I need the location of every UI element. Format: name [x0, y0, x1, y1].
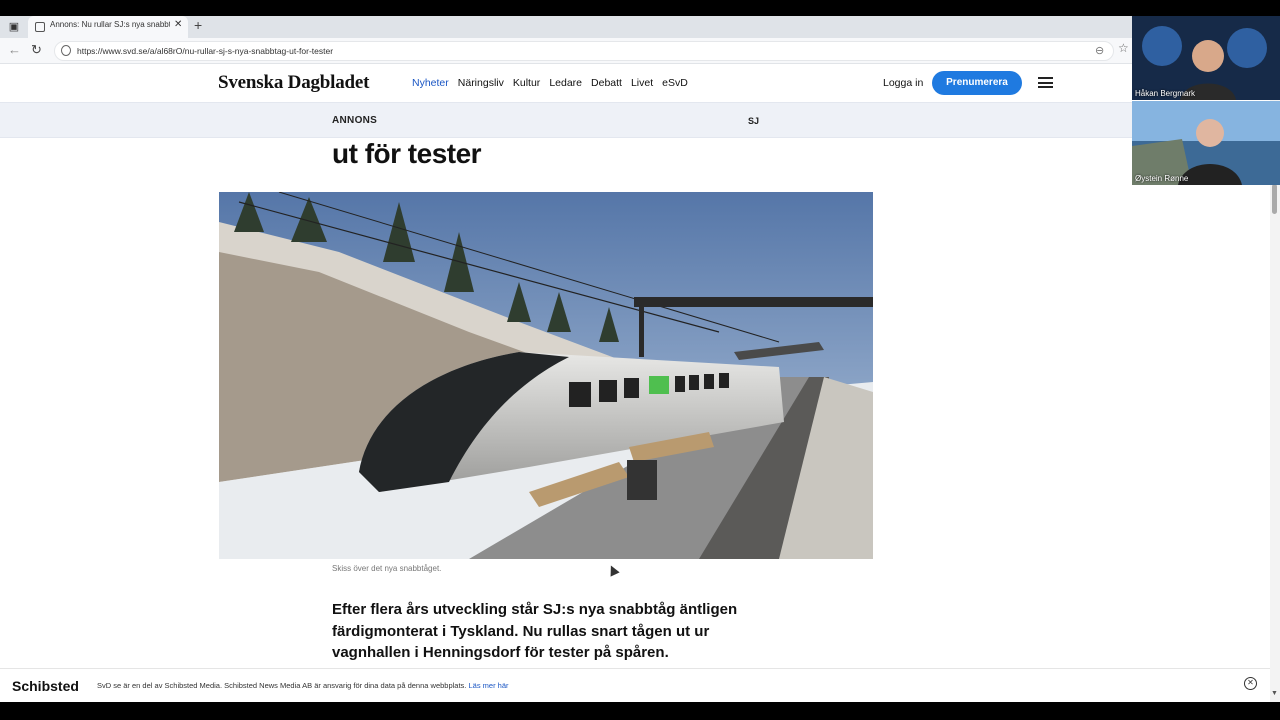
main-nav: Nyheter Näringsliv Kultur Ledare Debatt … [412, 77, 688, 89]
footer-read-more-link[interactable]: Läs mer här [468, 681, 508, 690]
video-tile-participant-1: Håkan Bergmark [1132, 16, 1280, 100]
nav-item-esvd[interactable]: eSvD [662, 77, 688, 89]
site-header: Svenska Dagbladet Nyheter Näringsliv Kul… [0, 64, 1270, 102]
site-logo[interactable]: Svenska Dagbladet [218, 72, 369, 94]
scroll-thumb[interactable] [1272, 184, 1277, 214]
train-illustration [219, 192, 873, 559]
nav-item-kultur[interactable]: Kultur [513, 77, 540, 89]
article-hero-image [219, 192, 873, 559]
screen: ▣ Annons: Nu rullar SJ:s nya snabbtåg ✕ … [0, 0, 1280, 720]
nav-item-debatt[interactable]: Debatt [591, 77, 622, 89]
video-tile-participant-2: Øystein Rønne [1132, 101, 1280, 185]
footer-message: SvD se är en del av Schibsted Media. Sch… [97, 681, 467, 690]
reader-mode-icon[interactable]: ⊖ [1095, 44, 1104, 57]
participant-video-icon [1132, 101, 1280, 185]
article-lead: Efter flera års utveckling står SJ:s nya… [332, 601, 738, 661]
menu-icon[interactable] [1038, 77, 1053, 88]
nav-item-ledare[interactable]: Ledare [549, 77, 582, 89]
back-arrow-icon[interactable]: ← [8, 42, 21, 57]
browser-tab[interactable]: Annons: Nu rullar SJ:s nya snabbtåg ✕ [28, 16, 188, 38]
nav-item-livet[interactable]: Livet [631, 77, 653, 89]
site-info-icon[interactable] [61, 45, 71, 56]
tab-favicon-icon [35, 22, 45, 32]
url-field[interactable]: https://www.svd.se/a/al68rO/nu-rullar-sj… [54, 41, 1114, 61]
scroll-down-icon[interactable]: ▼ [1271, 690, 1278, 697]
article-headline: ut för tester [332, 138, 482, 169]
ad-label: ANNONS [332, 115, 378, 126]
address-bar: ← ↻ https://www.svd.se/a/al68rO/nu-rulla… [0, 38, 1132, 64]
image-caption: Skiss över det nya snabbtåget. [332, 564, 442, 573]
favorite-star-icon[interactable]: ☆ [1118, 41, 1129, 55]
schibsted-logo: Schibsted [12, 678, 79, 694]
footer-text: SvD se är en del av Schibsted Media. Sch… [97, 681, 509, 690]
tab-close-icon[interactable]: ✕ [174, 19, 182, 30]
participant-2-name: Øystein Rønne [1135, 174, 1189, 183]
tab-title: Annons: Nu rullar SJ:s nya snabbtåg [50, 20, 170, 29]
url-text: https://www.svd.se/a/al68rO/nu-rullar-sj… [77, 46, 334, 56]
new-tab-button[interactable]: + [194, 17, 202, 33]
nav-item-naringsliv[interactable]: Näringsliv [458, 77, 504, 89]
refresh-icon[interactable]: ↻ [31, 42, 42, 58]
participant-1-name: Håkan Bergmark [1135, 89, 1196, 98]
tab-actions-icon[interactable]: ▣ [6, 19, 22, 35]
browser-tab-bar: ▣ Annons: Nu rullar SJ:s nya snabbtåg ✕ … [0, 16, 1132, 38]
ad-sponsor[interactable]: SJ [748, 116, 759, 126]
participant-video-icon [1132, 16, 1280, 100]
ad-bar: ANNONS SJ [0, 102, 1270, 138]
web-page: Svenska Dagbladet Nyheter Näringsliv Kul… [0, 64, 1270, 702]
footer-close-icon[interactable]: ✕ [1244, 677, 1257, 690]
subscribe-button[interactable]: Prenumerera [932, 71, 1022, 95]
login-link[interactable]: Logga in [883, 77, 923, 89]
consent-footer: Schibsted SvD se är en del av Schibsted … [0, 668, 1270, 702]
nav-item-nyheter[interactable]: Nyheter [412, 77, 449, 89]
